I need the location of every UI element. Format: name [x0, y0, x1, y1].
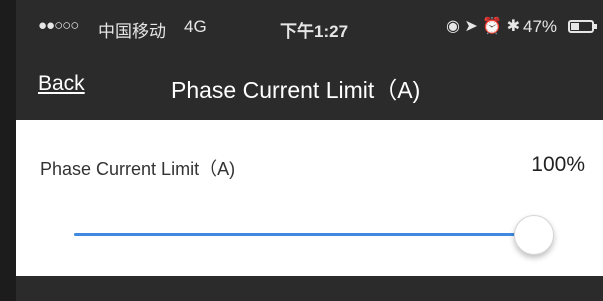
page-title: Phase Current Limit（A) — [171, 77, 421, 103]
status-bar: ●●○○○ 中国移动 4G 下午1:27 ◉ ➤ ⏰ ✱ 47% — [16, 0, 603, 56]
carrier-name: 中国移动 — [98, 22, 166, 41]
signal-strength-icon: ●●○○○ — [38, 17, 79, 34]
status-icons: ◉ ➤ ⏰ ✱ — [446, 18, 521, 35]
setting-value: 100% — [531, 153, 585, 176]
battery-tip — [594, 24, 597, 29]
slider-track-fill — [74, 233, 534, 236]
network-type: 4G — [184, 17, 207, 36]
status-time: 下午1:27 — [280, 22, 349, 41]
battery-icon — [568, 20, 597, 33]
slider-thumb[interactable] — [514, 215, 554, 255]
battery-fill — [571, 23, 579, 30]
setting-card: Phase Current Limit（A) 100% — [16, 120, 603, 276]
navigation-bar: Back Phase Current Limit（A) — [16, 56, 603, 120]
back-button[interactable]: Back — [38, 72, 85, 96]
setting-label: Phase Current Limit（A) — [40, 159, 236, 179]
phase-current-slider[interactable] — [74, 215, 554, 255]
background-area — [16, 276, 603, 301]
battery-percentage: 47% — [523, 17, 558, 36]
